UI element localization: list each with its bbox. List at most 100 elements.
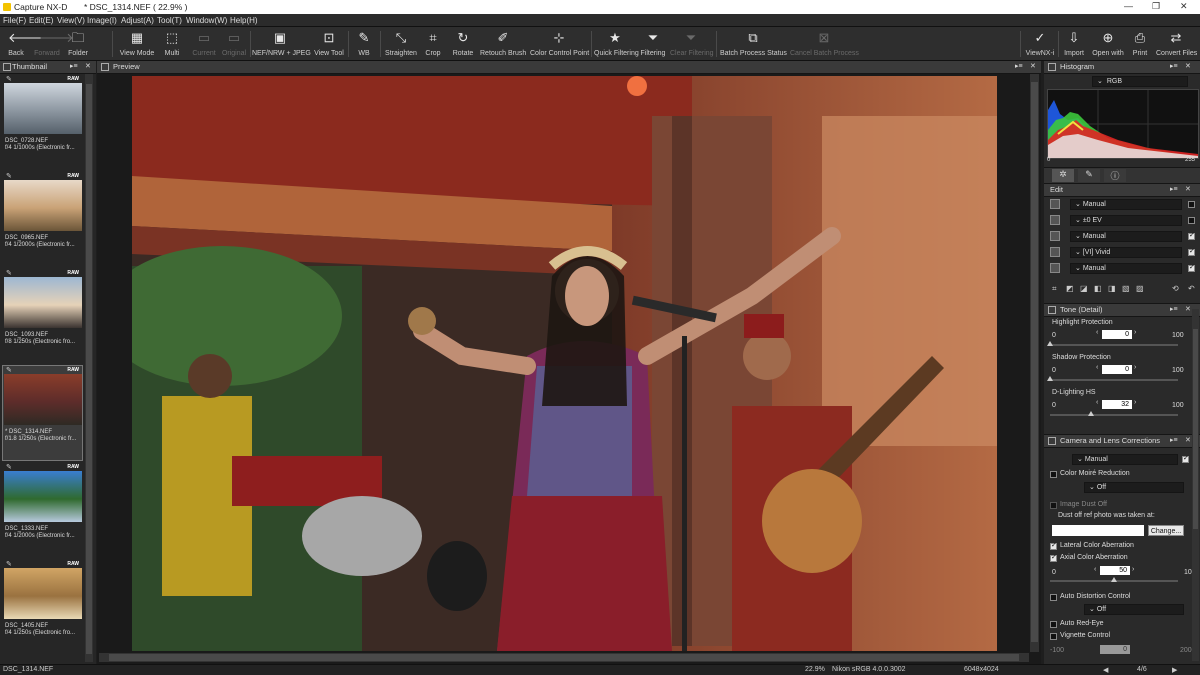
viewnx-i-button[interactable]: ✓ ViewNX-i [1024,27,1056,61]
wb-button[interactable]: ✎ WB [352,27,376,61]
menu-tool[interactable]: Tool(T) [157,16,182,25]
distortion-select[interactable]: ⌄ Off [1084,604,1184,615]
tab-adjust-icon[interactable]: ✲ [1052,169,1074,182]
panel-toggle-icon[interactable] [101,63,109,71]
reset-icon[interactable]: ↶ [1188,284,1195,293]
maximize-icon[interactable]: ❐ [1152,1,1160,12]
panel-close-icon[interactable]: ✕ [85,62,91,70]
tone-slider-thumb[interactable] [1087,411,1094,416]
panel-menu-icon[interactable]: ▸≡ [1015,62,1023,70]
menu-window[interactable]: Window(W) [186,16,227,25]
lens-enable-checkbox[interactable] [1182,454,1189,463]
prev-image-icon[interactable]: ◀ [1103,666,1108,674]
edit-row-checkbox[interactable] [1188,231,1195,240]
batch-process-status-button[interactable]: ⧉ Batch Process Status [720,27,787,61]
forward-button[interactable]: 🡒 Forward [32,27,74,61]
folder-button[interactable]: 🗀 Folder [66,27,90,61]
menu-file[interactable]: File(F) [3,16,26,25]
menu-edit[interactable]: Edit(E) [29,16,53,25]
sharpen-tool-icon[interactable]: ◨ [1108,284,1116,293]
print-button[interactable]: ⎙ Print [1130,27,1150,61]
current-button[interactable]: ▭ Current [190,27,218,61]
red-eye-checkbox[interactable] [1050,621,1057,628]
menu-adjust[interactable]: Adjust(A) [121,16,154,25]
rotate-button[interactable]: ↻ Rotate [450,27,476,61]
tab-info-icon[interactable]: ⓘ [1104,169,1126,182]
panel-toggle-icon[interactable] [3,63,11,71]
tone-slider-thumb[interactable] [1047,376,1053,381]
panel-toggle-icon[interactable] [1048,63,1056,71]
panel-menu-icon[interactable]: ▸≡ [1170,62,1178,70]
panel-close-icon[interactable]: ✕ [1030,62,1036,70]
tone-slider-thumb[interactable] [1047,341,1053,346]
history-icon[interactable]: ⟲ [1172,284,1179,293]
original-button[interactable]: ▭ Original [220,27,248,61]
preview-image[interactable] [132,76,997,651]
axial-aberration-checkbox[interactable] [1050,553,1057,562]
chevron-right-icon[interactable]: › [1134,399,1136,406]
menu-view[interactable]: View(V) [57,16,85,25]
panel-toggle-icon[interactable] [1048,437,1056,445]
edit-row-checkbox[interactable] [1188,217,1195,224]
view-tool-button[interactable]: ⊡ View Tool [313,27,345,61]
straighten-button[interactable]: ⤡ Straighten [384,27,418,61]
axial-slider-thumb[interactable] [1111,577,1117,582]
tone-slider-value-input[interactable]: 0 [1102,365,1132,374]
panel-close-icon[interactable]: ✕ [1185,305,1191,313]
menu-image[interactable]: Image(I) [87,16,117,25]
histogram-channel-select[interactable]: ⌄ RGB [1092,76,1188,87]
distortion-checkbox[interactable] [1050,594,1057,601]
import-button[interactable]: ⇩ Import [1062,27,1086,61]
curve-tool-icon[interactable]: ◩ [1066,284,1074,293]
right-panel-scrollbar[interactable] [1192,309,1199,661]
menu-help[interactable]: Help(H) [230,16,258,25]
moire-select[interactable]: ⌄ Off [1084,482,1184,493]
open-with-button[interactable]: ⊕ Open with [1092,27,1124,61]
edit-row-checkbox[interactable] [1188,263,1195,272]
thumbnail-item[interactable]: ✎ RAW DSC_1333.NEF f/4 1/2000s (Electronic … [3,463,82,557]
convert-files-button[interactable]: ⇄ Convert Files [1156,27,1197,61]
edit-row-select[interactable]: ⌄ [VI] Vivid [1070,247,1182,258]
tone-slider-value-input[interactable]: 0 [1102,330,1132,339]
chevron-left-icon[interactable]: ‹ [1096,329,1098,336]
thumbnail-item[interactable]: ✎ RAW DSC_0728.NEF f/4 1/1000s (Electronic … [3,75,82,169]
next-image-icon[interactable]: ▶ [1172,666,1177,674]
chevron-left-icon[interactable]: ‹ [1096,364,1098,371]
minimize-icon[interactable]: — [1124,1,1133,11]
edit-row-checkbox[interactable] [1188,201,1195,208]
back-button[interactable]: 🡐 Back [4,27,43,61]
retouch-brush-button[interactable]: ✐ Retouch Brush [480,27,526,61]
cancel-batch-process-button[interactable]: ⊠ Cancel Batch Process [790,27,859,61]
chevron-left-icon[interactable]: ‹ [1096,399,1098,406]
multi-button[interactable]: ⬚ Multi [160,27,184,61]
nef-nrw-jpeg-button[interactable]: ▣ NEF/NRW + JPEG [252,27,311,61]
tone-slider-track[interactable] [1050,414,1178,416]
edit-row-select[interactable]: ⌄ Manual [1070,199,1182,210]
panel-close-icon[interactable]: ✕ [1185,185,1191,193]
dust-ref-field[interactable] [1052,525,1144,536]
vignette-value-input[interactable]: 0 [1100,645,1130,654]
dust-off-checkbox[interactable] [1050,502,1057,509]
thumbnail-item[interactable]: ✎ RAW DSC_1093.NEF f/8 1/250s (Electronic f… [3,269,82,363]
preview-scrollbar-vertical[interactable] [1030,74,1039,652]
edit-row-select[interactable]: ⌄ Manual [1070,263,1182,274]
panel-toggle-icon[interactable] [1048,306,1056,314]
levels-tool-icon[interactable]: ◪ [1080,284,1088,293]
thumbnail-item[interactable]: ✎ RAW * DSC_1314.NEF f/1.8 1/250s (Electron… [2,365,83,461]
chevron-right-icon[interactable]: › [1132,566,1134,573]
panel-menu-icon[interactable]: ▸≡ [1170,436,1178,444]
panel-menu-icon[interactable]: ▸≡ [1170,185,1178,193]
edit-row-select[interactable]: ⌄ ±0 EV [1070,215,1182,226]
edit-row-select[interactable]: ⌄ Manual [1070,231,1182,242]
panel-menu-icon[interactable]: ▸≡ [1170,305,1178,313]
lch-tool-icon[interactable]: ◧ [1094,284,1102,293]
lens-mode-select[interactable]: ⌄ Manual [1072,454,1178,465]
crop-tool-icon[interactable]: ⌗ [1052,284,1057,294]
lateral-aberration-checkbox[interactable] [1050,541,1057,550]
close-icon[interactable]: ✕ [1180,1,1188,12]
filtering-button[interactable]: ⏷ Filtering [640,27,666,61]
noise-tool-icon[interactable]: ▧ [1122,284,1130,293]
preview-scrollbar-horizontal[interactable] [99,653,1029,662]
change-button[interactable]: Change... [1148,525,1184,536]
color-control-point-button[interactable]: ⊹ Color Control Point [530,27,589,61]
